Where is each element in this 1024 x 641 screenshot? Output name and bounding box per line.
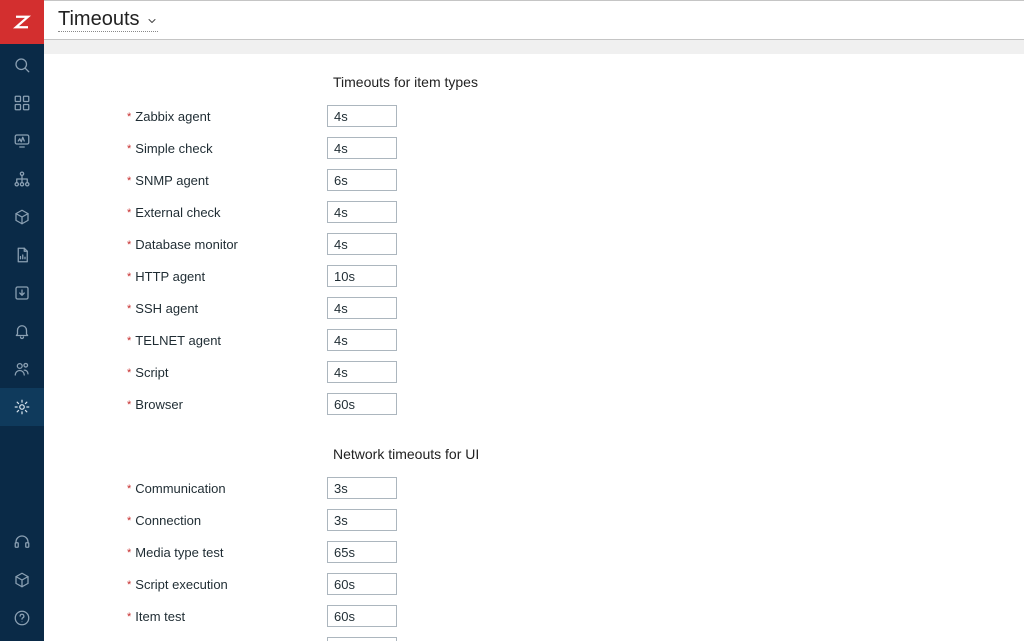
- nav-help[interactable]: [0, 599, 44, 637]
- content: Timeouts for item types *Zabbix agent *S…: [44, 54, 1024, 641]
- download-box-icon: [13, 284, 31, 302]
- sidebar-nav-top: [0, 44, 44, 523]
- nav-search[interactable]: [0, 46, 44, 84]
- row-connection: *Connection: [58, 508, 1010, 532]
- gray-strip: [44, 40, 1024, 54]
- row-scheduled-report-test: *Scheduled report test: [58, 636, 1010, 641]
- help-icon: [13, 609, 31, 627]
- input-scheduled-report-test[interactable]: [327, 637, 397, 641]
- input-script-execution[interactable]: [327, 573, 397, 595]
- page-header: Timeouts: [44, 0, 1024, 40]
- label-database-monitor: Database monitor: [135, 237, 238, 252]
- input-item-test[interactable]: [327, 605, 397, 627]
- input-ssh-agent[interactable]: [327, 297, 397, 319]
- label-zabbix-agent: Zabbix agent: [135, 109, 210, 124]
- zabbix-logo-icon: [13, 13, 31, 31]
- row-item-test: *Item test: [58, 604, 1010, 628]
- row-snmp-agent: *SNMP agent: [58, 168, 1010, 192]
- input-telnet-agent[interactable]: [327, 329, 397, 351]
- input-database-monitor[interactable]: [327, 233, 397, 255]
- monitoring-icon: [13, 132, 31, 150]
- row-telnet-agent: *TELNET agent: [58, 328, 1010, 352]
- nav-monitoring[interactable]: [0, 122, 44, 160]
- cube-outline-icon: [13, 571, 31, 589]
- nav-dashboards[interactable]: [0, 84, 44, 122]
- label-script-execution: Script execution: [135, 577, 228, 592]
- row-script: *Script: [58, 360, 1010, 384]
- gear-icon: [13, 398, 31, 416]
- input-connection[interactable]: [327, 509, 397, 531]
- nav-data-collection[interactable]: [0, 274, 44, 312]
- cube-icon: [13, 208, 31, 226]
- main: Timeouts Timeouts for item types *Zabbix…: [44, 0, 1024, 641]
- bell-icon: [13, 322, 31, 340]
- sidebar-nav-bottom: [0, 523, 44, 641]
- nav-alerts[interactable]: [0, 312, 44, 350]
- input-media-type-test[interactable]: [327, 541, 397, 563]
- row-media-type-test: *Media type test: [58, 540, 1010, 564]
- input-script[interactable]: [327, 361, 397, 383]
- search-icon: [13, 56, 31, 74]
- label-snmp-agent: SNMP agent: [135, 173, 208, 188]
- label-http-agent: HTTP agent: [135, 269, 205, 284]
- nav-support[interactable]: [0, 523, 44, 561]
- nav-inventory[interactable]: [0, 198, 44, 236]
- row-ssh-agent: *SSH agent: [58, 296, 1010, 320]
- users-icon: [13, 360, 31, 378]
- nav-integrations[interactable]: [0, 561, 44, 599]
- input-browser[interactable]: [327, 393, 397, 415]
- input-http-agent[interactable]: [327, 265, 397, 287]
- chevron-down-icon: [146, 15, 158, 27]
- input-snmp-agent[interactable]: [327, 169, 397, 191]
- nav-administration[interactable]: [0, 388, 44, 426]
- nav-users[interactable]: [0, 350, 44, 388]
- headset-icon: [13, 533, 31, 551]
- label-telnet-agent: TELNET agent: [135, 333, 221, 348]
- input-external-check[interactable]: [327, 201, 397, 223]
- row-zabbix-agent: *Zabbix agent: [58, 104, 1010, 128]
- section-heading-ui: Network timeouts for UI: [333, 446, 1010, 462]
- row-http-agent: *HTTP agent: [58, 264, 1010, 288]
- page-title-dropdown[interactable]: Timeouts: [58, 8, 158, 32]
- input-communication[interactable]: [327, 477, 397, 499]
- label-item-test: Item test: [135, 609, 185, 624]
- page-title: Timeouts: [58, 8, 140, 31]
- label-simple-check: Simple check: [135, 141, 212, 156]
- sidebar: [0, 0, 44, 641]
- hierarchy-icon: [13, 170, 31, 188]
- row-database-monitor: *Database monitor: [58, 232, 1010, 256]
- app-logo[interactable]: [0, 0, 44, 44]
- document-chart-icon: [13, 246, 31, 264]
- section-heading-item-types: Timeouts for item types: [333, 74, 1010, 90]
- row-browser: *Browser: [58, 392, 1010, 416]
- row-communication: *Communication: [58, 476, 1010, 500]
- label-media-type-test: Media type test: [135, 545, 223, 560]
- input-simple-check[interactable]: [327, 137, 397, 159]
- dashboards-icon: [13, 94, 31, 112]
- nav-reports[interactable]: [0, 236, 44, 274]
- row-script-execution: *Script execution: [58, 572, 1010, 596]
- row-simple-check: *Simple check: [58, 136, 1010, 160]
- label-browser: Browser: [135, 397, 183, 412]
- nav-services[interactable]: [0, 160, 44, 198]
- input-zabbix-agent[interactable]: [327, 105, 397, 127]
- row-external-check: *External check: [58, 200, 1010, 224]
- label-script: Script: [135, 365, 168, 380]
- label-ssh-agent: SSH agent: [135, 301, 198, 316]
- label-connection: Connection: [135, 513, 201, 528]
- label-communication: Communication: [135, 481, 225, 496]
- label-external-check: External check: [135, 205, 220, 220]
